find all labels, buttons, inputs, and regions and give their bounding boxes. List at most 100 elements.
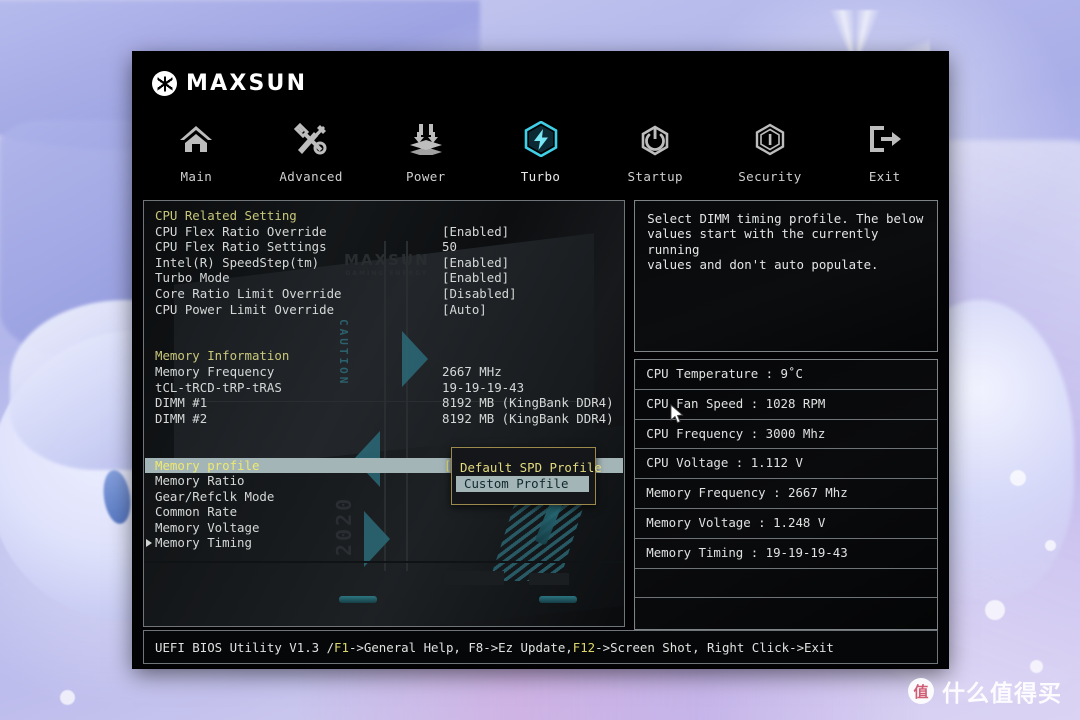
monitor-row-empty (635, 569, 937, 599)
wallpaper-bokeh (1045, 540, 1056, 551)
monitor-row-memory-voltage: Memory Voltage : 1.248 V (635, 509, 937, 539)
nav-tab-exit[interactable]: Exit (827, 110, 942, 209)
monitor-row-cpu-voltage: CPU Voltage : 1.112 V (635, 449, 937, 480)
settings-row-label: Memory Frequency (155, 363, 275, 379)
settings-row-dimm-1: DIMM #1 8192 MB (KingBank DDR4) (144, 395, 624, 411)
memory-profile-dropdown[interactable]: Default SPD Profile Custom Profile (451, 447, 602, 505)
hotkey-f12: F12 (572, 639, 596, 655)
settings-row-cpu-flex-ratio-settings[interactable]: CPU Flex Ratio Settings 50 (144, 239, 624, 255)
settings-row-value: 8192 MB (KingBank DDR4) (442, 395, 614, 411)
wallpaper-bokeh (985, 600, 1005, 620)
chevron-right-icon (146, 538, 152, 547)
settings-row-label: Gear/Refclk Mode (155, 488, 275, 504)
settings-row-label: CPU Related Setting (155, 208, 297, 223)
bios-nav-bar: Main Advanced Power Turbo Startup Securi… (133, 110, 948, 200)
settings-row-value: 8192 MB (KingBank DDR4) (442, 410, 614, 426)
bios-body: CAUTION 2020 MAXSUN GAMING ENERGY CPU Rel… (133, 200, 948, 630)
tools-icon (291, 119, 331, 159)
dropdown-option-default-spd-profile[interactable]: Default SPD Profile (452, 460, 602, 476)
wallpaper-bokeh (1030, 660, 1043, 673)
settings-row-label: Memory profile (155, 457, 260, 473)
nav-tab-advanced[interactable]: Advanced (254, 110, 369, 209)
nav-tab-label: Startup (627, 169, 683, 184)
watermark-text: 什么值得买 (942, 681, 1062, 707)
nav-tab-power[interactable]: Power (368, 110, 483, 209)
settings-row-value: 2667 MHz (442, 363, 502, 379)
settings-row-label: Core Ratio Limit Override (155, 285, 342, 301)
panel-artwork (444, 571, 504, 585)
settings-row-label: Turbo Mode (155, 270, 230, 286)
nav-tab-security[interactable]: Security (713, 110, 828, 209)
home-icon (176, 119, 216, 159)
settings-section-header: Memory Information (144, 348, 624, 364)
panel-artwork (529, 573, 569, 585)
settings-row-value: 50 (442, 239, 457, 255)
settings-row-label: Memory Timing (155, 535, 252, 551)
dropdown-option-label: Default SPD Profile (460, 460, 602, 475)
maxsun-logo-icon (152, 71, 177, 96)
status-bar: UEFI BIOS Utility V1.3 / F1 ->General Hel… (143, 630, 938, 664)
nav-tab-main[interactable]: Main (139, 110, 254, 209)
exit-icon (865, 119, 905, 159)
status-bar-segment-2: ->Screen Shot, Right Click->Exit (595, 639, 834, 655)
settings-spacer (144, 426, 624, 442)
shield-info-icon (750, 119, 790, 159)
hardware-monitor-panel: CPU Temperature : 9˚C CPU Fan Speed : 10… (634, 359, 938, 630)
turbo-bolt-icon (521, 119, 561, 159)
settings-row-intel-speedstep[interactable]: Intel(R) SpeedStep(tm) [Enabled] (144, 255, 624, 271)
settings-row-turbo-mode[interactable]: Turbo Mode [Enabled] (144, 270, 624, 286)
nav-tab-startup[interactable]: Startup (598, 110, 713, 209)
watermark-badge-icon: 值 (908, 678, 934, 704)
settings-row-label: Memory Information (155, 348, 290, 364)
settings-row-cpu-power-limit-override[interactable]: CPU Power Limit Override [Auto] (144, 302, 624, 318)
settings-row-value: [Auto] (442, 301, 487, 317)
settings-row-common-rate[interactable]: Common Rate (144, 504, 624, 520)
monitor-row-memory-timing: Memory Timing : 19-19-19-43 (635, 539, 937, 569)
settings-row-dimm-2: DIMM #2 8192 MB (KingBank DDR4) (144, 411, 624, 427)
monitor-row-memory-frequency: Memory Frequency : 2667 Mhz (635, 479, 937, 509)
help-panel: Select DIMM timing profile. The below va… (634, 200, 938, 352)
settings-row-label: tCL-tRCD-tRP-tRAS (155, 379, 282, 395)
settings-row-memory-voltage[interactable]: Memory Voltage (144, 520, 624, 536)
settings-row-value: [Enabled] (442, 254, 510, 270)
status-bar-segment-1: ->General Help, F8->Ez Update, (348, 639, 573, 655)
wallpaper-shape (100, 468, 134, 526)
nav-tab-label: Main (180, 169, 213, 184)
settings-row-value: [Disabled] (442, 285, 517, 301)
settings-spacer (144, 333, 624, 349)
nav-tab-turbo[interactable]: Turbo (483, 110, 598, 209)
settings-row-label: DIMM #2 (155, 410, 208, 426)
nav-tab-label: Turbo (520, 169, 561, 184)
monitor-row-cpu-temperature: CPU Temperature : 9˚C (635, 360, 937, 390)
settings-row-label: DIMM #1 (155, 395, 208, 411)
hotkey-f1: F1 (334, 639, 349, 655)
brand-logo: MAXSUN (152, 71, 307, 96)
settings-row-label: Common Rate (155, 504, 238, 520)
dropdown-option-label: Custom Profile (464, 476, 569, 491)
panel-artwork (539, 596, 577, 603)
panel-artwork (339, 596, 377, 603)
brand-name: MAXSUN (186, 71, 308, 96)
monitor-row-empty (635, 598, 937, 627)
nav-tab-label: Security (738, 169, 802, 184)
panel-artwork (144, 561, 625, 563)
settings-panel: CAUTION 2020 MAXSUN GAMING ENERGY CPU Rel… (143, 200, 626, 627)
power-stack-icon (406, 119, 446, 159)
settings-row-memory-frequency: Memory Frequency 2667 MHz (144, 364, 624, 380)
watermark: 值 什么值得买 (908, 674, 1062, 708)
right-column: Select DIMM timing profile. The below va… (634, 200, 938, 630)
settings-row-label: Memory Ratio (155, 473, 245, 489)
dropdown-option-custom-profile[interactable]: Custom Profile (456, 476, 589, 492)
settings-row-value: 19-19-19-43 (442, 379, 525, 395)
settings-row-label: CPU Power Limit Override (155, 301, 335, 317)
settings-row-value: [Enabled] (442, 270, 510, 286)
settings-row-label: Memory Voltage (155, 519, 260, 535)
power-icon (635, 119, 675, 159)
bios-header: MAXSUN (133, 52, 948, 110)
settings-row-memory-timing[interactable]: Memory Timing (144, 535, 624, 551)
monitor-row-cpu-frequency: CPU Frequency : 3000 Mhz (635, 420, 937, 450)
settings-spacer (144, 317, 624, 333)
settings-row-label: CPU Flex Ratio Settings (155, 239, 327, 255)
settings-row-core-ratio-limit-override[interactable]: Core Ratio Limit Override [Disabled] (144, 286, 624, 302)
settings-row-cpu-flex-ratio-override[interactable]: CPU Flex Ratio Override [Enabled] (144, 224, 624, 240)
